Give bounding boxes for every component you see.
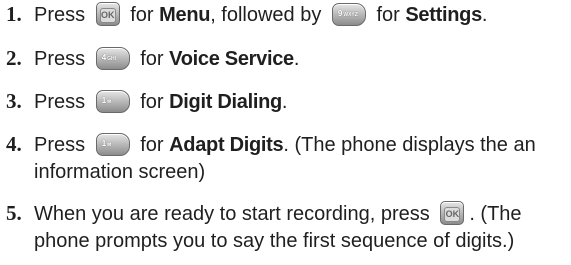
step-text: . (The phone displays the an (283, 134, 536, 156)
voice-service-label: Voice Service (169, 48, 294, 70)
9-wxyz-key-icon: 9WXYZ (331, 3, 366, 26)
step-text: Press (34, 91, 86, 113)
step-1: 1.Press for Menu, followed by 9WXYZ for … (0, 1, 487, 29)
step-text: . (281, 91, 288, 113)
step-text: . (481, 4, 488, 26)
step-text: . (The (469, 203, 522, 225)
menu-ok-key-icon (95, 2, 120, 26)
step-text: Press (34, 4, 86, 26)
step-number: 5. (6, 201, 22, 225)
step-number: 1. (6, 2, 22, 26)
settings-label: Settings (405, 4, 482, 26)
step-number: 3. (6, 89, 22, 113)
digit-dialing-label: Digit Dialing (169, 91, 282, 113)
step-4: 4. Press 1✉ for Adapt Digits. (The phone … (0, 131, 536, 186)
step-text: for (130, 4, 154, 26)
step-text: . (293, 48, 300, 70)
menu-ok-key-icon (440, 201, 465, 225)
step-text: When you are ready to start recording, p… (34, 203, 430, 225)
step-3: 3. Press 1✉ for Digit Dialing. (0, 88, 287, 116)
step-5: 5. When you are ready to start recording,… (0, 200, 522, 255)
menu-label: Menu (159, 4, 211, 26)
step-text: for (140, 48, 164, 70)
1-voicemail-key-icon: 1✉ (95, 133, 130, 156)
step-number: 4. (6, 132, 22, 156)
step-text: , followed by (210, 4, 322, 26)
4-ghi-key-icon: 4GHI (95, 47, 130, 70)
1-voicemail-key-icon: 1✉ (95, 90, 130, 113)
step-2: 2. Press 4GHI for Voice Service. (0, 45, 299, 73)
step-continuation: information screen) (34, 161, 206, 183)
step-text: for (376, 4, 400, 26)
step-number: 2. (6, 46, 22, 70)
step-text: Press (34, 48, 86, 70)
step-text: for (140, 91, 164, 113)
step-continuation: phone prompts you to say the first seque… (34, 230, 515, 252)
step-text: for (140, 134, 164, 156)
step-text: Press (34, 134, 86, 156)
adapt-digits-label: Adapt Digits (169, 134, 284, 156)
